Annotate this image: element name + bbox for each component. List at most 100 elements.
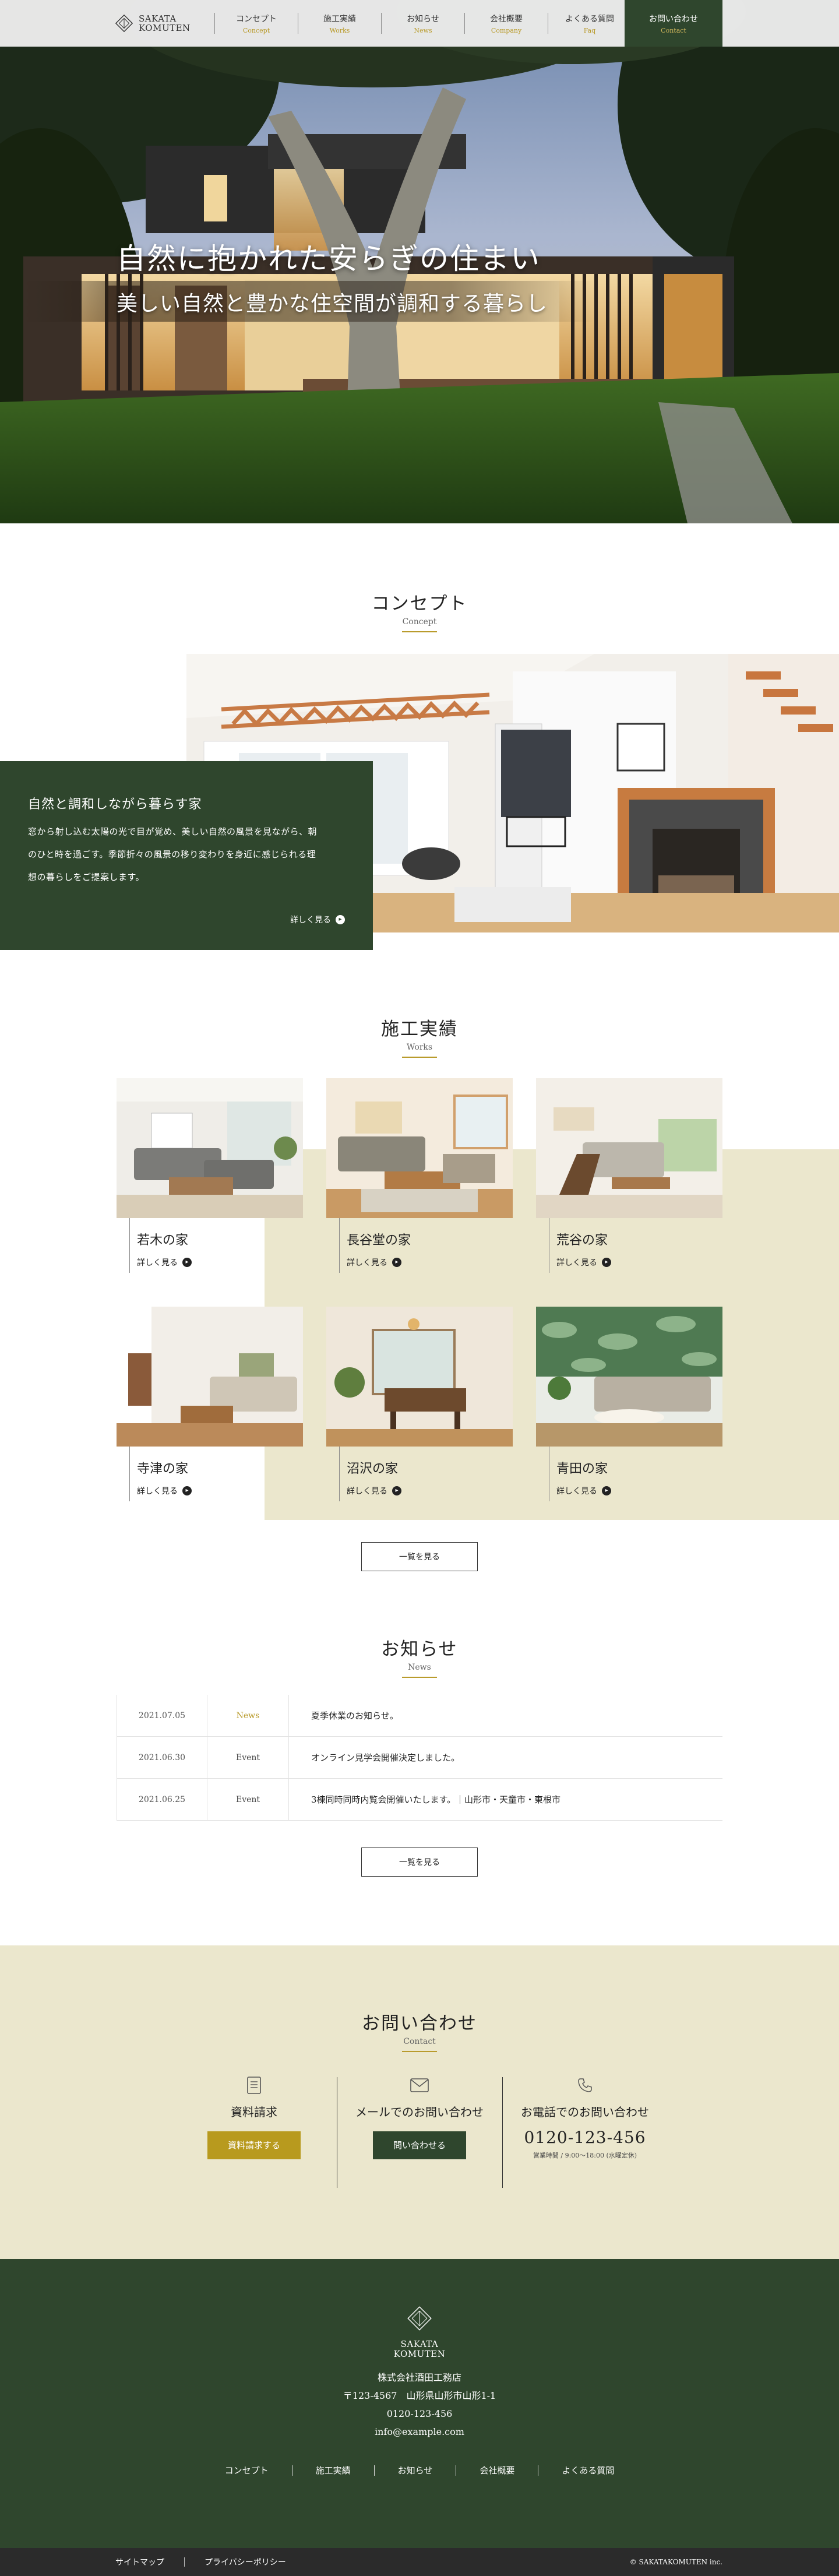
concept-heading: コンセプト Concept (0, 589, 839, 632)
nav-label: よくある質問 (565, 14, 614, 24)
more-label: 詳しく見る (347, 1258, 387, 1268)
logo-text: SAKATA KOMUTEN (139, 14, 191, 33)
phone-number[interactable]: 0120-123-456 (502, 2128, 668, 2147)
footer-nav-company[interactable]: 会社概要 (456, 2464, 538, 2476)
work-info: 沼沢の家 詳しく見る ▸ (339, 1447, 401, 1501)
work-name: 寺津の家 (137, 1462, 189, 1476)
nav-sublabel: Faq (583, 26, 596, 34)
hero-section: 自然に抱かれた安らぎの住まい 美しい自然と豊かな住空間が調和する暮らし (0, 0, 839, 523)
nav-contact-sublabel: Contact (661, 26, 686, 34)
work-card[interactable]: 寺津の家 詳しく見る ▸ (117, 1307, 303, 1501)
works-heading: 施工実績 Works (0, 1014, 839, 1058)
brochure-request-button[interactable]: 資料請求する (207, 2131, 301, 2159)
news-category: News (207, 1695, 289, 1737)
arrow-right-icon: ▸ (392, 1486, 401, 1495)
logo-line1: SAKATA (400, 2339, 439, 2349)
site-logo[interactable]: SAKATA KOMUTEN (114, 10, 191, 36)
news-title: オンライン見学会開催決定しました。 (311, 1752, 460, 1763)
concept-more-link[interactable]: 詳しく見る ▸ (290, 914, 345, 925)
contact-brochure: 資料請求 資料請求する (171, 2075, 337, 2159)
work-photo (117, 1078, 303, 1218)
nav-label: コンセプト (236, 14, 277, 24)
nav-item-company[interactable]: 会社概要 Company (465, 0, 548, 47)
more-label: 詳しく見る (556, 1487, 597, 1496)
news-list-button[interactable]: 一覧を見る (361, 1847, 478, 1877)
global-nav: コンセプト Concept 施工実績 Works お知らせ News 会社概要 … (214, 0, 631, 47)
nav-contact-label: お問い合わせ (649, 14, 698, 24)
logo-mark-icon (407, 2306, 432, 2331)
work-card[interactable]: 長谷堂の家 詳しく見る ▸ (326, 1078, 513, 1273)
sitemap-link[interactable]: サイトマップ (115, 2556, 164, 2568)
nav-item-news[interactable]: お知らせ News (382, 0, 464, 47)
work-info: 若木の家 詳しく見る ▸ (129, 1218, 192, 1273)
heading-underline (402, 1677, 437, 1678)
site-header: SAKATA KOMUTEN コンセプト Concept 施工実績 Works … (0, 0, 839, 47)
work-info: 長谷堂の家 詳しく見る ▸ (339, 1218, 411, 1273)
work-name: 若木の家 (137, 1233, 189, 1248)
nav-contact-button[interactable]: お問い合わせ Contact (625, 0, 722, 47)
concept-body-line: のひと時を過ごす。季節折々の風景の移り変わりを身近に感じられる理 (28, 849, 316, 860)
footer-nav-faq[interactable]: よくある質問 (538, 2464, 637, 2476)
bottom-link-divider (184, 2557, 185, 2567)
concept-body-line: 窓から射し込む太陽の光で目が覚め、美しい自然の風景を見ながら、朝 (28, 826, 318, 837)
privacy-policy-link[interactable]: プライバシーポリシー (205, 2556, 286, 2568)
company-email[interactable]: info@example.com (0, 2423, 839, 2441)
news-category: Event (207, 1779, 289, 1821)
section-subtitle: Works (406, 1043, 433, 1052)
contact-label: お電話でのお問い合わせ (521, 2105, 649, 2119)
work-more-link[interactable]: 詳しく見る ▸ (137, 1257, 192, 1268)
news-date: 2021.06.30 (117, 1737, 207, 1779)
concept-card-title: 自然と調和しながら暮らす家 (28, 797, 202, 812)
logo-line2: KOMUTEN (393, 2349, 446, 2359)
copyright: © SAKATAKOMUTEN inc. (629, 2558, 722, 2566)
work-more-link[interactable]: 詳しく見る ▸ (556, 1257, 611, 1268)
work-card[interactable]: 青田の家 詳しく見る ▸ (536, 1307, 722, 1501)
mail-inquiry-button[interactable]: 問い合わせる (373, 2131, 466, 2159)
nav-sublabel: News (414, 26, 432, 34)
work-name: 沼沢の家 (347, 1462, 399, 1476)
nav-item-concept[interactable]: コンセプト Concept (215, 0, 298, 47)
site-footer: SAKATA KOMUTEN 株式会社酒田工務店 〒123-4567 山形県山形… (0, 2259, 839, 2548)
footer-nav-concept[interactable]: コンセプト (202, 2464, 292, 2476)
footer-nav-news[interactable]: お知らせ (375, 2464, 456, 2476)
more-label: 詳しく見る (137, 1487, 178, 1496)
work-name: 長谷堂の家 (347, 1233, 411, 1248)
work-more-link[interactable]: 詳しく見る ▸ (556, 1485, 611, 1497)
heading-underline (402, 1057, 437, 1058)
section-title: お知らせ (381, 1639, 458, 1660)
nav-label: 会社概要 (490, 14, 523, 24)
company-name: 株式会社酒田工務店 (377, 2372, 461, 2383)
work-more-link[interactable]: 詳しく見る ▸ (347, 1485, 401, 1497)
news-item[interactable]: 2021.06.25 Event 3棟同時同時内覧会開催いたします。｜山形市・天… (117, 1779, 722, 1821)
more-label: 詳しく見る (556, 1258, 597, 1268)
nav-item-faq[interactable]: よくある質問 Faq (548, 0, 631, 47)
work-name: 荒谷の家 (556, 1233, 608, 1248)
mail-icon (337, 2075, 502, 2096)
footer-nav-works[interactable]: 施工実績 (292, 2464, 374, 2476)
work-photo (117, 1307, 303, 1447)
news-title: 3棟同時同時内覧会開催いたします。｜山形市・天童市・東根市 (311, 1794, 561, 1805)
nav-item-works[interactable]: 施工実績 Works (298, 0, 381, 47)
work-more-link[interactable]: 詳しく見る ▸ (137, 1485, 192, 1497)
bottom-links: サイトマップ プライバシーポリシー (115, 2548, 286, 2576)
concept-body-line: 想の暮らしをご提案します。 (28, 872, 145, 882)
heading-underline (402, 631, 437, 632)
work-photo (326, 1078, 513, 1218)
work-card[interactable]: 荒谷の家 詳しく見る ▸ (536, 1078, 722, 1273)
news-item[interactable]: 2021.06.30 Event オンライン見学会開催決定しました。 (117, 1737, 722, 1779)
work-card[interactable]: 若木の家 詳しく見る ▸ (117, 1078, 303, 1273)
concept-card: 自然と調和しながら暮らす家 窓から射し込む太陽の光で目が覚め、美しい自然の風景を… (0, 761, 373, 950)
logo-line1: SAKATA (139, 13, 177, 24)
hero-subtitle: 美しい自然と豊かな住空間が調和する暮らし (117, 292, 548, 316)
work-name: 青田の家 (556, 1462, 608, 1476)
work-info: 荒谷の家 詳しく見る ▸ (549, 1218, 611, 1273)
arrow-right-icon: ▸ (392, 1258, 401, 1267)
works-list-button[interactable]: 一覧を見る (361, 1542, 478, 1571)
phone-hours: 営業時間 / 9:00〜18:00 (水曜定休) (533, 2152, 637, 2159)
nav-label: 施工実績 (323, 14, 356, 24)
work-more-link[interactable]: 詳しく見る ▸ (347, 1257, 411, 1268)
news-item[interactable]: 2021.07.05 News 夏季休業のお知らせ。 (117, 1695, 722, 1737)
footer-logo[interactable]: SAKATA KOMUTEN (0, 2303, 839, 2359)
work-card[interactable]: 沼沢の家 詳しく見る ▸ (326, 1307, 513, 1501)
section-title: 施工実績 (381, 1019, 458, 1040)
